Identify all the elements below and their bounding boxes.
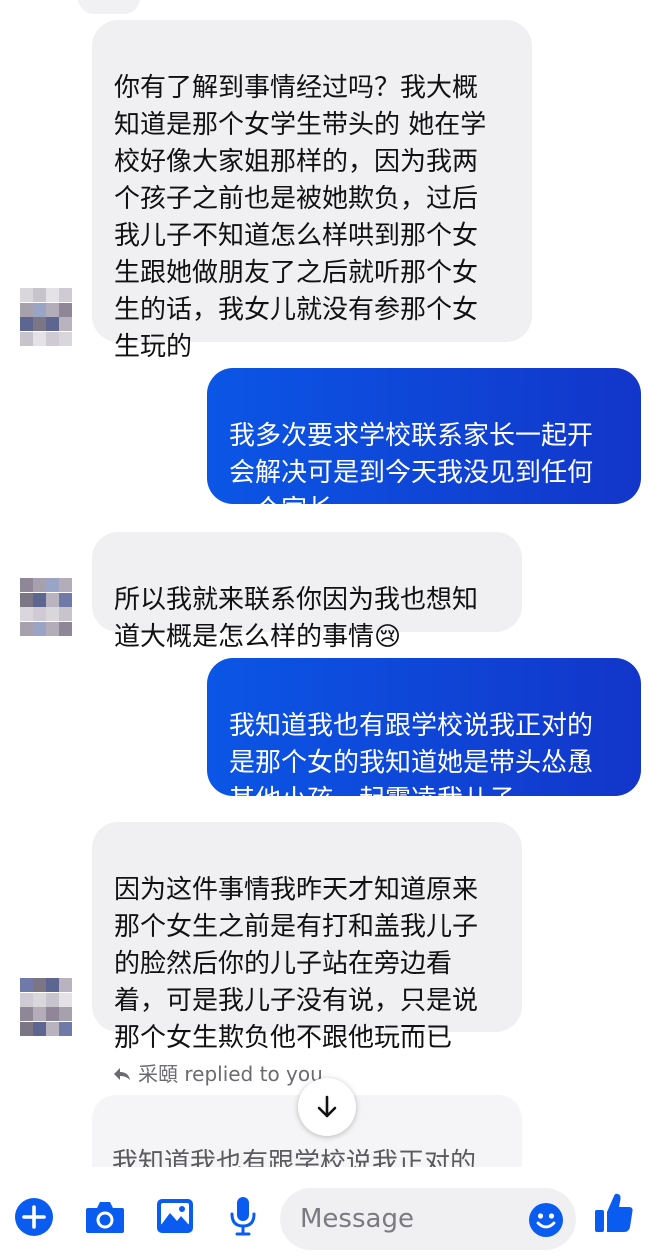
avatar-mosaic-tile (33, 578, 47, 592)
avatar-mosaic-tile (46, 288, 60, 302)
avatar-mosaic-tile (59, 1007, 72, 1021)
incoming-message-bubble[interactable]: 因为这件事情我昨天才知道原来 那个女生之前是有打和盖我儿子 的脸然后你的儿子站在… (92, 822, 522, 1053)
avatar-mosaic-tile (46, 607, 60, 621)
avatar-mosaic-tile (46, 621, 60, 636)
emoji-button[interactable] (528, 1202, 564, 1238)
plus-circle-icon (15, 1198, 53, 1236)
avatar-mosaic-tile (20, 1021, 34, 1036)
avatar-mosaic-tile (46, 1007, 60, 1021)
previous-message-bubble-edge (78, 0, 140, 14)
composer-bar (0, 1170, 655, 1255)
avatar-mosaic-tile (46, 592, 60, 607)
avatar-mosaic-tile (33, 992, 47, 1007)
avatar-mosaic-tile (33, 978, 47, 992)
reply-preview-text: 我知道我也有跟学校说我正对的 是那个女的我知道她是带头怂恿 (112, 1148, 477, 1167)
avatar-mosaic-tile (59, 621, 72, 636)
avatar-mosaic-tile (33, 621, 47, 636)
voice-button[interactable] (228, 1196, 258, 1236)
camera-button[interactable] (84, 1198, 126, 1236)
camera-icon (86, 1202, 124, 1233)
image-icon (157, 1199, 193, 1233)
avatar-mosaic-tile (59, 992, 72, 1007)
like-button[interactable] (594, 1192, 634, 1234)
reply-header-text: 采頤 replied to you (138, 1062, 323, 1086)
avatar[interactable] (20, 288, 72, 346)
avatar-mosaic-tile (20, 1007, 34, 1021)
smiley-icon (529, 1203, 563, 1237)
gallery-button[interactable] (156, 1198, 194, 1234)
avatar-mosaic-tile (59, 331, 72, 346)
message-text: 因为这件事情我昨天才知道原来 那个女生之前是有打和盖我儿子 的脸然后你的儿子站在… (114, 875, 479, 1053)
message-text: 我知道我也有跟学校说我正对的 是那个女的我知道她是带头怂恿 其他小孩一起霸凌我儿… (229, 711, 594, 815)
avatar-mosaic-tile (59, 578, 72, 592)
avatar-mosaic-tile (20, 621, 34, 636)
avatar-mosaic-tile (33, 592, 47, 607)
microphone-icon (230, 1197, 256, 1236)
avatar-mosaic-tile (33, 1021, 47, 1036)
avatar-mosaic-tile (20, 288, 34, 302)
avatar-mosaic-tile (20, 317, 34, 331)
avatar-mosaic-tile (20, 578, 34, 592)
avatar-mosaic-tile (46, 1021, 60, 1036)
outgoing-message-bubble[interactable]: 我多次要求学校联系家长一起开 会解决可是到今天我没见到任何 一个家长 (207, 368, 641, 525)
scroll-to-bottom-button[interactable] (298, 1078, 356, 1136)
avatar-mosaic-tile (20, 302, 34, 317)
avatar-mosaic-tile (33, 607, 47, 621)
avatar-mosaic-tile (46, 978, 60, 992)
thumbs-up-icon (595, 1193, 633, 1232)
avatar-mosaic-tile (20, 331, 34, 346)
reply-arrow-icon (114, 1068, 130, 1080)
message-text: 所以我就来联系你因为我也想知 道大概是怎么样的事情 (114, 585, 479, 652)
arrow-down-icon (317, 1095, 337, 1118)
message-text: 我多次要求学校联系家长一起开 会解决可是到今天我没见到任何 一个家长 (229, 421, 594, 525)
avatar-mosaic-tile (33, 317, 47, 331)
avatar-mosaic-tile (33, 302, 47, 317)
avatar-mosaic-tile (59, 978, 72, 992)
avatar[interactable] (20, 978, 72, 1036)
avatar-mosaic-tile (46, 302, 60, 317)
message-text: 你有了解到事情经过吗？我大概 知道是那个女学生带头的 她在学 校好像大家姐那样的… (114, 73, 487, 362)
avatar-mosaic-tile (33, 1007, 47, 1021)
avatar-mosaic-tile (46, 331, 60, 346)
avatar-mosaic-tile (20, 992, 34, 1007)
avatar-mosaic-tile (20, 978, 34, 992)
avatar-mosaic-tile (59, 592, 72, 607)
avatar-mosaic-tile (46, 992, 60, 1007)
avatar-mosaic-tile (59, 302, 72, 317)
add-button[interactable] (14, 1197, 54, 1237)
avatar-mosaic-tile (59, 317, 72, 331)
incoming-message-bubble[interactable]: 你有了解到事情经过吗？我大概 知道是那个女学生带头的 她在学 校好像大家姐那样的… (92, 20, 532, 362)
avatar-mosaic-tile (59, 288, 72, 302)
avatar-mosaic-tile (46, 317, 60, 331)
avatar-mosaic-tile (59, 607, 72, 621)
chat-screen: 你有了解到事情经过吗？我大概 知道是那个女学生带头的 她在学 校好像大家姐那样的… (0, 0, 655, 1255)
incoming-message-bubble[interactable]: 所以我就来联系你因为我也想知 道大概是怎么样的事情😢 (92, 532, 522, 652)
avatar-mosaic-tile (46, 578, 60, 592)
avatar-mosaic-tile (33, 288, 47, 302)
avatar[interactable] (20, 578, 72, 636)
avatar-mosaic-tile (33, 331, 47, 346)
avatar-mosaic-tile (20, 607, 34, 621)
avatar-mosaic-tile (20, 592, 34, 607)
reply-header: 采頤 replied to you (112, 1060, 323, 1088)
outgoing-message-bubble[interactable]: 我知道我也有跟学校说我正对的 是那个女的我知道她是带头怂恿 其他小孩一起霸凌我儿… (207, 658, 641, 815)
crying-face-emoji: 😢 (374, 622, 402, 652)
avatar-mosaic-tile (59, 1021, 72, 1036)
